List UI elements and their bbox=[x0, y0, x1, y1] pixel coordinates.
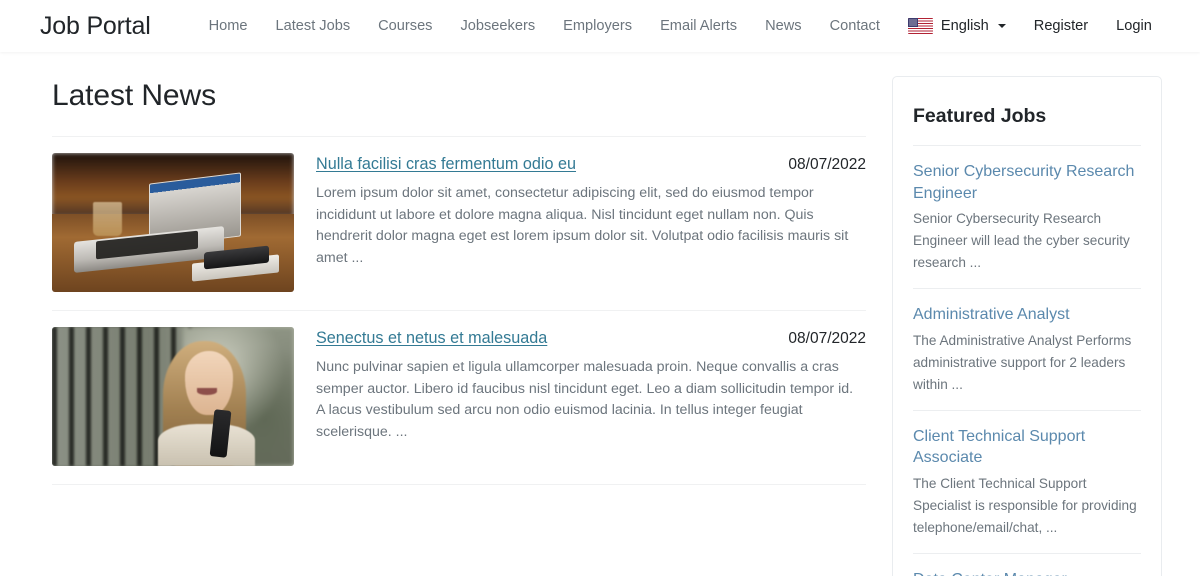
featured-job-title[interactable]: Data Center Manager bbox=[913, 569, 1141, 576]
chevron-down-icon bbox=[997, 24, 1006, 28]
featured-job-description: The Administrative Analyst Performs admi… bbox=[913, 332, 1132, 392]
featured-job-title[interactable]: Client Technical Support Associate bbox=[913, 426, 1141, 469]
site-logo[interactable]: Job Portal bbox=[40, 12, 151, 40]
featured-jobs-title: Featured Jobs bbox=[913, 77, 1141, 146]
news-item-header: Nulla facilisi cras fermentum odio eu 08… bbox=[316, 153, 866, 176]
nav-item-employers[interactable]: Employers bbox=[549, 16, 646, 36]
news-item-body: Nulla facilisi cras fermentum odio eu 08… bbox=[294, 153, 866, 284]
site-header: Job Portal Home Latest Jobs Courses Jobs… bbox=[0, 0, 1200, 52]
featured-job-title[interactable]: Administrative Analyst bbox=[913, 304, 1141, 326]
news-list-item: Nulla facilisi cras fermentum odio eu 08… bbox=[52, 137, 866, 311]
featured-job-item: Client Technical Support Associate The C… bbox=[913, 411, 1141, 554]
news-item-body: Senectus et netus et malesuada 08/07/202… bbox=[294, 327, 866, 458]
news-item-title[interactable]: Senectus et netus et malesuada bbox=[316, 327, 547, 349]
featured-job-item: Data Center Manager Amazon.com is a fast… bbox=[913, 554, 1141, 576]
us-flag-icon bbox=[907, 18, 933, 34]
page-title: Latest News bbox=[52, 79, 216, 112]
featured-job-item: Senior Cybersecurity Research Engineer S… bbox=[913, 146, 1141, 289]
featured-job-title[interactable]: Senior Cybersecurity Research Engineer bbox=[913, 161, 1141, 204]
login-link[interactable]: Login bbox=[1102, 16, 1166, 36]
header-right-actions: English Register Login bbox=[894, 16, 1166, 36]
news-list-item: Senectus et netus et malesuada 08/07/202… bbox=[52, 311, 866, 485]
nav-item-latest-jobs[interactable]: Latest Jobs bbox=[262, 16, 365, 36]
laptop-on-desk-photo[interactable] bbox=[52, 153, 294, 292]
nav-item-news[interactable]: News bbox=[751, 16, 816, 36]
news-item-header: Senectus et netus et malesuada 08/07/202… bbox=[316, 327, 866, 350]
page-body: Latest News Nulla facilisi cras fermentu… bbox=[0, 52, 1200, 576]
register-link[interactable]: Register bbox=[1020, 16, 1102, 36]
language-selector[interactable]: English bbox=[894, 16, 1020, 36]
smiling-woman-photo[interactable] bbox=[52, 327, 294, 466]
featured-job-description: The Client Technical Support Specialist … bbox=[913, 475, 1137, 535]
featured-job-item: Administrative Analyst The Administrativ… bbox=[913, 289, 1141, 411]
featured-job-description: Senior Cybersecurity Research Engineer w… bbox=[913, 211, 1130, 270]
nav-item-jobseekers[interactable]: Jobseekers bbox=[446, 16, 549, 36]
nav-item-contact[interactable]: Contact bbox=[816, 16, 894, 36]
nav-item-home[interactable]: Home bbox=[195, 16, 262, 36]
language-label: English bbox=[940, 18, 989, 34]
news-item-excerpt: Nunc pulvinar sapien et ligula ullamcorp… bbox=[316, 359, 854, 440]
nav-item-courses[interactable]: Courses bbox=[364, 16, 446, 36]
sidebar: Featured Jobs Senior Cybersecurity Resea… bbox=[866, 52, 1162, 576]
news-item-title[interactable]: Nulla facilisi cras fermentum odio eu bbox=[316, 153, 576, 175]
featured-jobs-card: Featured Jobs Senior Cybersecurity Resea… bbox=[892, 76, 1162, 576]
main-navigation: Home Latest Jobs Courses Jobseekers Empl… bbox=[195, 16, 894, 36]
news-item-date: 08/07/2022 bbox=[788, 156, 866, 173]
news-list: Nulla facilisi cras fermentum odio eu 08… bbox=[52, 136, 866, 485]
news-column: Latest News Nulla facilisi cras fermentu… bbox=[40, 52, 866, 485]
news-item-excerpt: Lorem ipsum dolor sit amet, consectetur … bbox=[316, 185, 849, 266]
nav-item-email-alerts[interactable]: Email Alerts bbox=[646, 16, 751, 36]
news-item-date: 08/07/2022 bbox=[788, 330, 866, 347]
